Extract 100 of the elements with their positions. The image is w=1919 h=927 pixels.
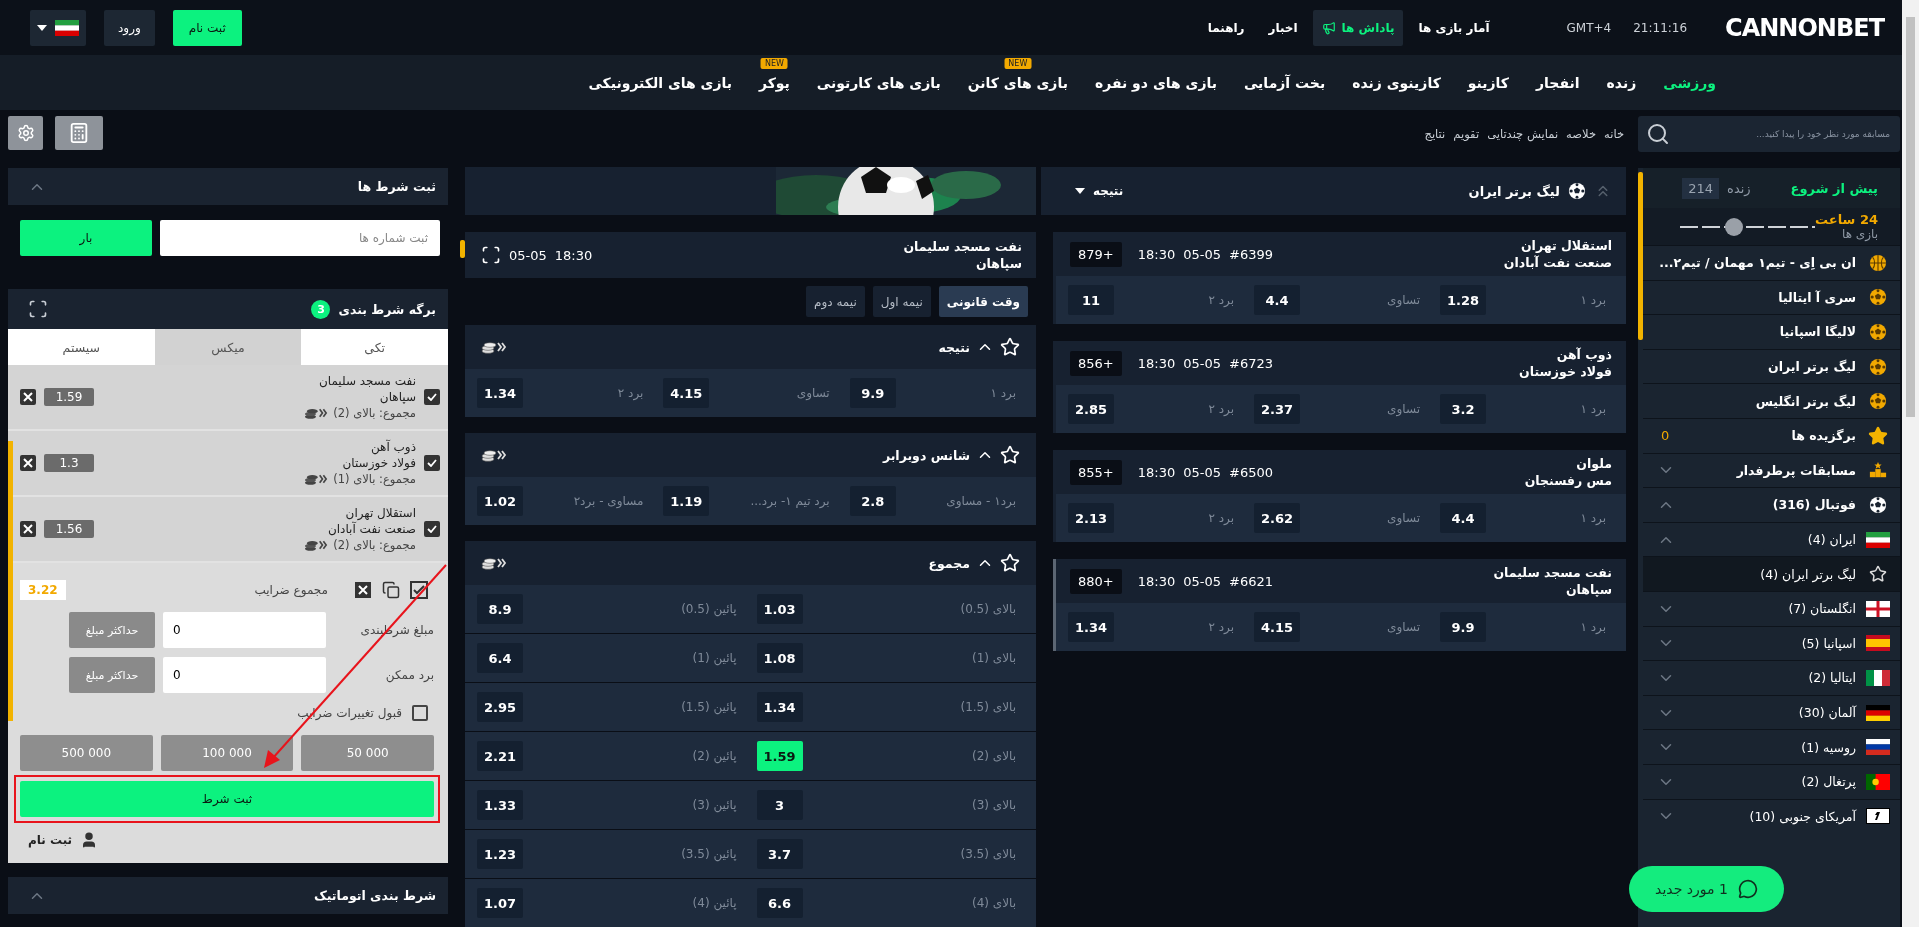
match-time: 18:30 <box>1137 573 1176 589</box>
login-button[interactable]: ورود <box>104 9 155 46</box>
copy-icon[interactable] <box>382 581 400 599</box>
odds-button[interactable]: 4.4 <box>1254 285 1300 315</box>
odds-button[interactable]: 1.33 <box>477 790 523 820</box>
odds-button[interactable]: 1.02 <box>477 486 523 516</box>
slider-thumb[interactable] <box>1725 217 1744 236</box>
nav-item[interactable]: ورزشی <box>1663 75 1716 91</box>
bet-code-field[interactable]: ثبت شماره ها <box>160 220 440 256</box>
odds-button[interactable]: 1.07 <box>477 888 523 918</box>
odds-button[interactable]: 1.34 <box>756 692 803 722</box>
odds-button[interactable]: 1.03 <box>756 594 803 624</box>
odds-button[interactable]: 3 <box>756 790 803 820</box>
odds-button[interactable]: 2.62 <box>1254 503 1300 533</box>
time-slider[interactable] <box>1680 217 1816 236</box>
nav-item[interactable]: انفجار <box>1536 75 1580 91</box>
breadcrumb-link[interactable]: تقویم <box>1453 127 1480 141</box>
win-field[interactable]: 0 <box>163 657 326 693</box>
odds-button[interactable]: 2.85 <box>1068 394 1114 424</box>
odds-button[interactable]: 4.15 <box>1254 612 1300 642</box>
nav-item[interactable]: زنده <box>1606 75 1637 91</box>
breadcrumb-link[interactable]: خانه <box>1604 127 1624 141</box>
expand-icon[interactable] <box>28 299 48 319</box>
logo: CANNONBET <box>1725 13 1884 42</box>
more-markets-link[interactable]: +855 <box>1070 459 1122 485</box>
odds-button[interactable]: 2.21 <box>477 741 523 771</box>
odds-button[interactable]: 8.9 <box>477 594 523 624</box>
checkbox[interactable] <box>424 389 440 405</box>
odds-button[interactable]: 1.23 <box>477 839 523 869</box>
header-link[interactable]: آمار بازی ها <box>1409 9 1499 46</box>
calculator-button[interactable] <box>55 116 103 150</box>
betslip-tab[interactable]: سیستم <box>8 329 155 365</box>
header-link[interactable]: اخبار <box>1259 9 1307 46</box>
star-icon[interactable] <box>1000 445 1020 465</box>
star-icon[interactable] <box>1000 553 1020 573</box>
select-all-icon[interactable] <box>410 581 428 599</box>
market-title: مجموع <box>928 555 970 571</box>
odds-button[interactable]: 1.08 <box>756 643 803 673</box>
nav-item[interactable]: بخت آزمایی <box>1243 75 1326 91</box>
language-button[interactable] <box>30 9 86 46</box>
odds-button[interactable]: 4.15 <box>663 378 710 408</box>
star-icon[interactable] <box>1000 337 1020 357</box>
betslip-tab[interactable]: تکی <box>301 329 448 365</box>
market-dropdown[interactable]: نتیجه <box>1069 183 1130 199</box>
odds-button[interactable]: 9.9 <box>1440 612 1486 642</box>
nav-item[interactable]: بازی های دو نفره <box>1094 75 1217 91</box>
outcome-label: پائین (4) <box>692 896 737 910</box>
odds-button[interactable]: 3.2 <box>1440 394 1486 424</box>
period-tab[interactable]: وقت قانونی <box>938 286 1028 317</box>
nav-item[interactable]: بازی های کارتونی <box>816 75 941 91</box>
more-markets-link[interactable]: +879 <box>1070 241 1122 267</box>
odds-button[interactable]: 2.37 <box>1254 394 1300 424</box>
nav-item[interactable]: کازینوی زنده <box>1352 75 1441 91</box>
odds-button[interactable]: 1.59 <box>756 741 803 771</box>
register-button[interactable]: ثبت نام <box>172 9 242 46</box>
odds-button[interactable]: 2.95 <box>477 692 523 722</box>
outcome-label: برد۱ - مساوی <box>946 494 1016 508</box>
place-bet-button[interactable]: ثبت شرط <box>20 781 434 817</box>
outcome-label: بالای (3.5) <box>960 847 1016 861</box>
chat-button[interactable]: 1 مورد جدید <box>1629 866 1784 912</box>
register-link[interactable]: ثبت نام <box>20 831 99 849</box>
odds-button[interactable]: 11 <box>1068 285 1114 315</box>
search-field[interactable]: مسابقه مورد نظر خود را پیدا کنید... <box>1670 116 1892 152</box>
breadcrumb-link[interactable]: نمایش چندتایی <box>1487 127 1559 141</box>
odds-button[interactable]: 3.7 <box>756 839 803 869</box>
odds-button[interactable]: 1.34 <box>477 378 523 408</box>
remove-button[interactable] <box>20 389 36 405</box>
settings-button[interactable] <box>8 116 43 150</box>
odds-button[interactable]: 1.19 <box>663 486 710 516</box>
header-link[interactable]: پاداش ها <box>1312 9 1404 46</box>
more-markets-link[interactable]: +856 <box>1070 350 1122 376</box>
breadcrumb-link[interactable]: خلاصه <box>1566 127 1596 141</box>
odds-button[interactable]: 6.6 <box>756 888 803 918</box>
header-link[interactable]: راهنما <box>1198 9 1254 46</box>
sidebar-tab[interactable]: پیش از شروع <box>1790 180 1878 196</box>
more-markets-link[interactable]: +880 <box>1070 568 1122 594</box>
search-icon[interactable] <box>1646 122 1670 146</box>
nav-item[interactable]: بازی های الکترونیکی <box>588 75 732 91</box>
odds-button[interactable]: 1.34 <box>1068 612 1114 642</box>
betslip-tab[interactable]: میکس <box>154 329 302 365</box>
nav-item[interactable]: کازینو <box>1467 75 1509 91</box>
checkbox[interactable] <box>424 455 440 471</box>
remove-button[interactable] <box>20 455 36 471</box>
sidebar-item[interactable]: لیگ برتر ایران (4) <box>1643 556 1900 591</box>
nav-item[interactable]: بازی های کانن <box>967 75 1068 91</box>
load-button[interactable]: بار <box>20 220 152 256</box>
odds-button[interactable]: 1.28 <box>1440 285 1486 315</box>
odds-button[interactable]: 2.8 <box>849 486 896 516</box>
breadcrumb-link[interactable]: نتایج <box>1424 127 1446 141</box>
expand-icon[interactable] <box>481 245 501 265</box>
search-box[interactable]: مسابقه مورد نظر خود را پیدا کنید... <box>1638 116 1900 152</box>
stake-field[interactable]: 0 <box>163 612 326 648</box>
nav-item[interactable]: پوکر <box>758 75 790 91</box>
clear-icon[interactable] <box>354 581 372 599</box>
period-tab[interactable]: نیمه دوم <box>806 286 865 317</box>
odds-button[interactable]: 6.4 <box>477 643 523 673</box>
odds-button[interactable]: 2.13 <box>1068 503 1114 533</box>
period-tab[interactable]: نیمه اول <box>872 286 931 317</box>
odds-button[interactable]: 9.9 <box>849 378 896 408</box>
odds-button[interactable]: 4.4 <box>1440 503 1486 533</box>
